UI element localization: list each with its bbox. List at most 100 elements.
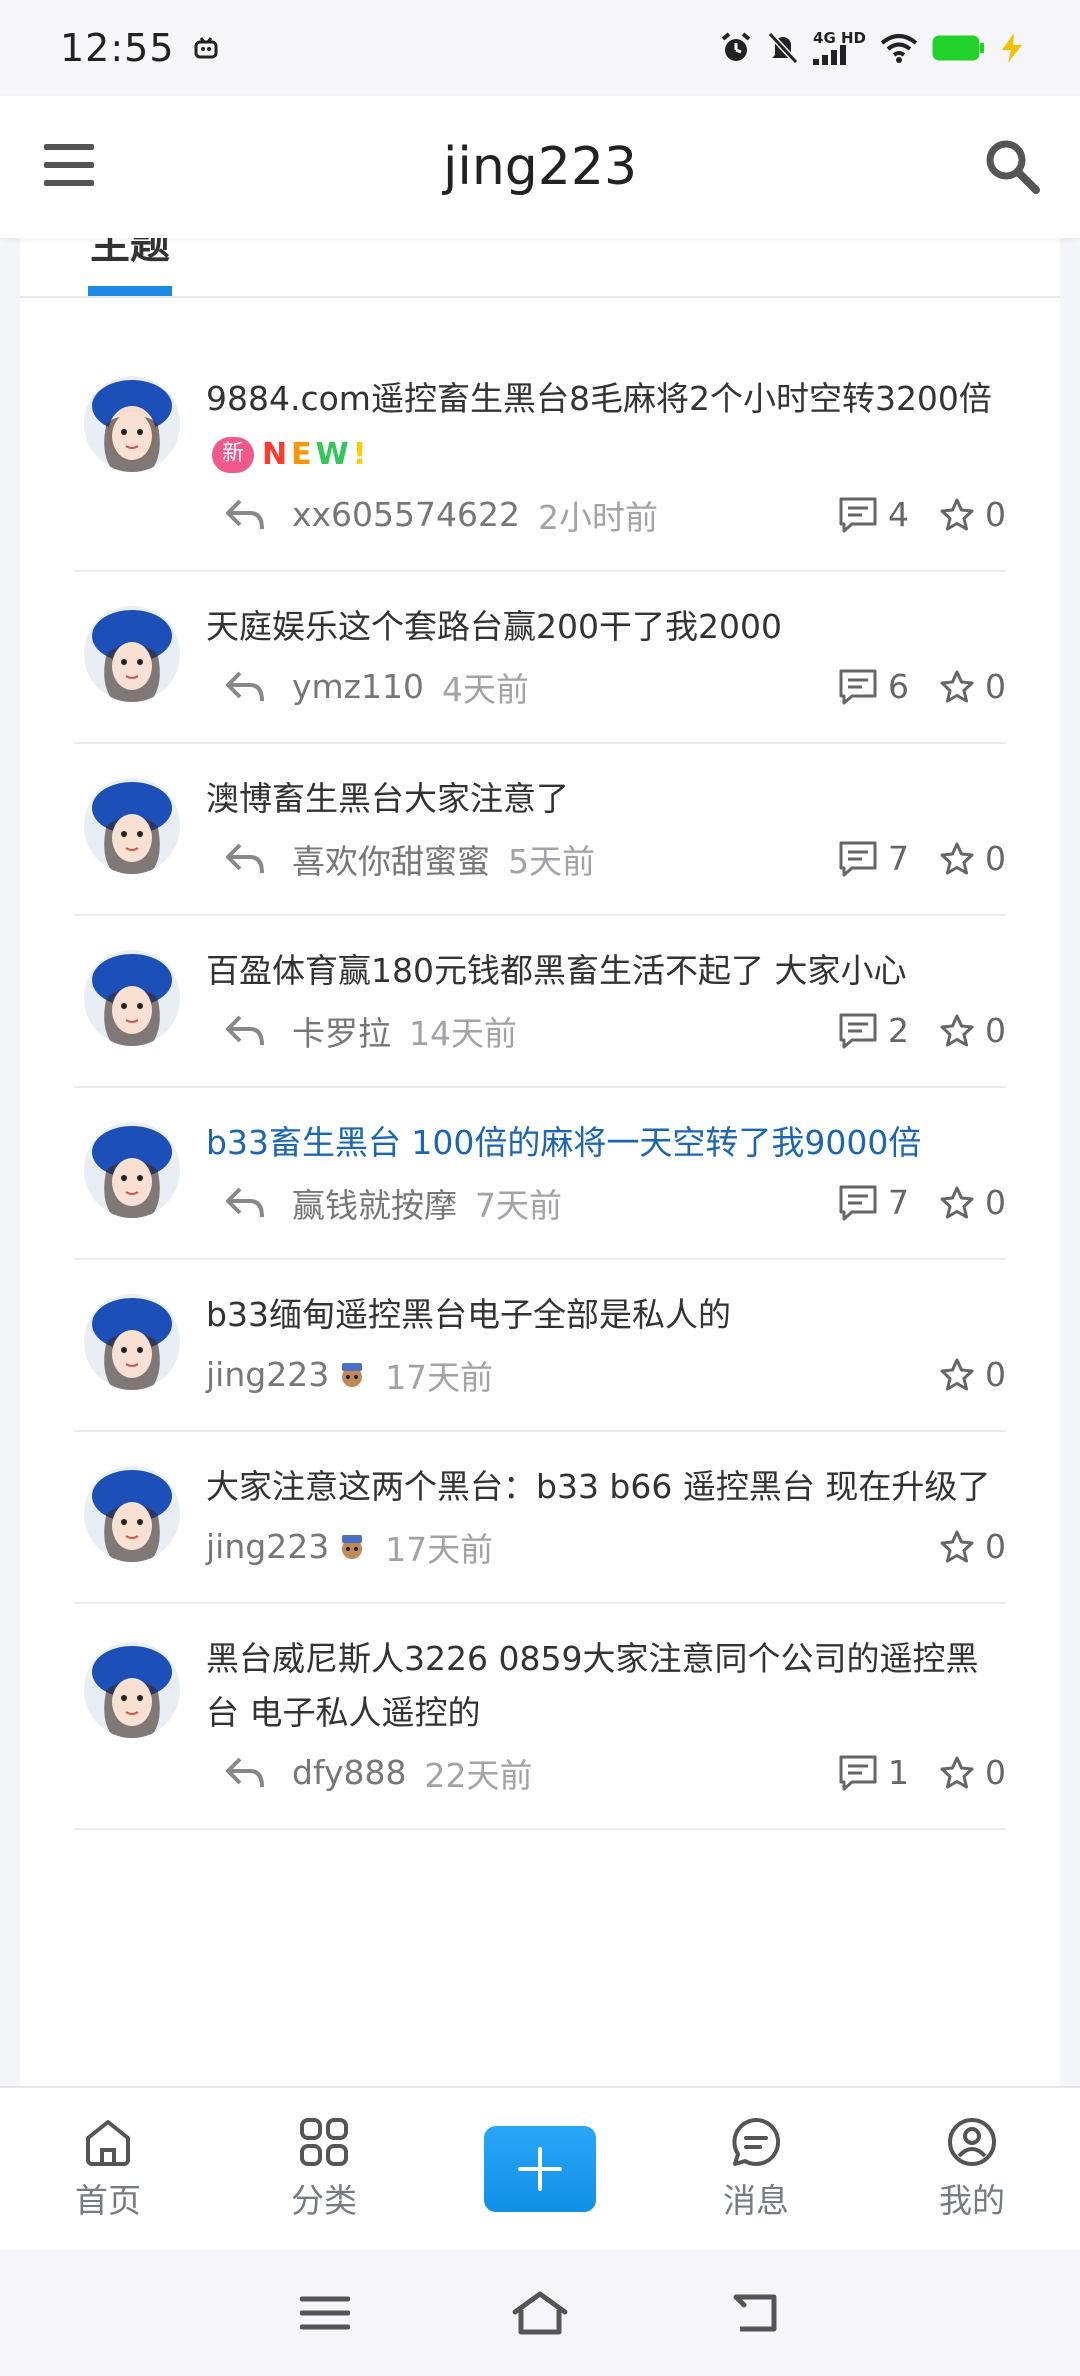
avatar[interactable]: [84, 1641, 180, 1738]
thread-item[interactable]: 天庭娱乐这个套路台赢200干了我2000 ymz110 4天前 6 0: [74, 572, 1006, 744]
thread-item[interactable]: 9884.com遥控畜生黑台8毛麻将2个小时空转3200倍新 NEW! xx605…: [74, 338, 1006, 572]
avatar[interactable]: [84, 605, 180, 702]
thread-meta: ymz110 4天前 6 0: [206, 662, 1006, 712]
comment-count: 1: [838, 1753, 909, 1792]
thread-author[interactable]: jing223: [206, 1527, 329, 1566]
thread-author[interactable]: xx605574622: [292, 495, 520, 534]
nav-messages-label: 消息: [723, 2181, 789, 2220]
star-icon: [940, 670, 974, 702]
tab-bar: 主题: [20, 238, 1060, 298]
signal-indicator: 4G HD: [813, 31, 866, 65]
comment-count: 4: [838, 495, 909, 534]
avatar[interactable]: [84, 1293, 180, 1390]
thread-author[interactable]: ymz110: [292, 667, 424, 706]
thread-time: 22天前: [424, 1755, 533, 1795]
reply-icon: [226, 671, 264, 701]
star-icon: [940, 1358, 974, 1390]
nav-home-label: 首页: [75, 2181, 141, 2220]
avatar[interactable]: [84, 949, 180, 1046]
thread-meta: jing223 17天前 0: [206, 1350, 1006, 1400]
thread-item[interactable]: 澳博畜生黑台大家注意了 喜欢你甜蜜蜜 5天前 7 0: [74, 744, 1006, 916]
comment-icon: [839, 841, 877, 876]
thread-time: 4天前: [441, 669, 529, 709]
thread-title[interactable]: 大家注意这两个黑台：b33 b66 遥控黑台 现在升级了: [206, 1460, 1006, 1514]
thread-time: 17天前: [385, 1357, 494, 1397]
thread-meta: xx605574622 2小时前 4 0: [206, 490, 1006, 540]
nav-messages[interactable]: 消息: [648, 2087, 864, 2251]
reply-icon: [226, 1187, 264, 1217]
app-notification-icon: [194, 37, 218, 59]
star-icon: [940, 498, 974, 530]
favorite-count[interactable]: 0: [939, 839, 1006, 878]
thread-list: 9884.com遥控畜生黑台8毛麻将2个小时空转3200倍新 NEW! xx605…: [20, 338, 1060, 1830]
thread-title[interactable]: 黑台威尼斯人3226 0859大家注意同个公司的遥控黑台 电子私人遥控的: [206, 1632, 1006, 1740]
status-time: 12:55: [60, 26, 175, 70]
thread-time: 7天前: [475, 1185, 562, 1225]
charging-icon: [1002, 33, 1022, 63]
home-button-icon[interactable]: [511, 2290, 569, 2336]
home-icon: [86, 2120, 130, 2166]
favorite-count[interactable]: 0: [939, 495, 1006, 534]
recent-apps-icon[interactable]: [300, 2293, 351, 2333]
avatar[interactable]: [84, 1465, 180, 1562]
comment-icon: [839, 1013, 877, 1048]
avatar[interactable]: [84, 777, 180, 874]
favorite-count[interactable]: 0: [939, 667, 1006, 706]
reply-icon: [226, 843, 264, 873]
nav-home[interactable]: 首页: [0, 2087, 216, 2251]
comment-icon: [839, 1755, 877, 1790]
thread-meta: 赢钱就按摩 7天前 7 0: [206, 1178, 1006, 1228]
thread-author[interactable]: 赢钱就按摩: [292, 1179, 457, 1227]
reply-icon: [226, 1757, 264, 1787]
alarm-icon: [721, 32, 751, 61]
nav-mine[interactable]: 我的: [864, 2087, 1080, 2251]
thread-title[interactable]: b33畜生黑台 100倍的麻将一天空转了我9000倍: [206, 1116, 1006, 1170]
star-icon: [940, 1186, 974, 1218]
thread-item[interactable]: 大家注意这两个黑台：b33 b66 遥控黑台 现在升级了 jing223 17天…: [74, 1432, 1006, 1604]
thread-title[interactable]: 澳博畜生黑台大家注意了: [206, 772, 1006, 826]
thread-author[interactable]: jing223: [206, 1355, 329, 1394]
thread-author[interactable]: 卡罗拉: [292, 1007, 391, 1055]
favorite-count[interactable]: 0: [939, 1753, 1006, 1792]
menu-icon[interactable]: [44, 142, 94, 188]
system-nav-bar: [0, 2250, 1080, 2376]
user-badge-icon: [342, 1362, 363, 1387]
favorite-count[interactable]: 0: [939, 1355, 1006, 1394]
favorite-count[interactable]: 0: [939, 1527, 1006, 1566]
favorite-count[interactable]: 0: [939, 1011, 1006, 1050]
thread-title[interactable]: 天庭娱乐这个套路台赢200干了我2000: [206, 600, 1006, 654]
thread-time: 17天前: [385, 1529, 494, 1569]
star-icon: [940, 1014, 974, 1046]
back-icon[interactable]: [730, 2291, 780, 2335]
thread-meta: dfy888 22天前 1 0: [206, 1748, 1006, 1798]
thread-meta: jing223 17天前 0: [206, 1522, 1006, 1572]
thread-item[interactable]: b33畜生黑台 100倍的麻将一天空转了我9000倍 赢钱就按摩 7天前 7 0: [74, 1088, 1006, 1260]
search-icon[interactable]: [984, 138, 1040, 194]
nav-category[interactable]: 分类: [216, 2087, 432, 2251]
mute-icon: [767, 31, 799, 65]
chat-bubble-icon: [732, 2117, 781, 2166]
nav-add[interactable]: [432, 2087, 648, 2251]
thread-author[interactable]: 喜欢你甜蜜蜜: [292, 835, 490, 883]
thread-title[interactable]: 百盈体育赢180元钱都黑畜生活不起了 大家小心: [206, 944, 1006, 998]
thread-item[interactable]: 黑台威尼斯人3226 0859大家注意同个公司的遥控黑台 电子私人遥控的 dfy…: [74, 1604, 1006, 1830]
avatar[interactable]: [84, 376, 180, 472]
thread-title[interactable]: b33缅甸遥控黑台电子全部是私人的: [206, 1288, 1006, 1342]
comment-count: 6: [838, 667, 909, 706]
new-tag: NEW!: [262, 436, 371, 472]
tab-topics[interactable]: 主题: [90, 238, 170, 270]
network-label: 4G HD: [813, 29, 866, 47]
bottom-nav: 首页 分类 消息 我的: [0, 2086, 1080, 2250]
thread-item[interactable]: 百盈体育赢180元钱都黑畜生活不起了 大家小心 卡罗拉 14天前 2 0: [74, 916, 1006, 1088]
comment-count: 7: [838, 839, 909, 878]
add-post-button[interactable]: [484, 2126, 596, 2212]
avatar[interactable]: [84, 1121, 180, 1218]
thread-time: 14天前: [409, 1013, 517, 1053]
nav-mine-label: 我的: [939, 2181, 1005, 2220]
app-header: jing223: [0, 96, 1080, 238]
thread-author[interactable]: dfy888: [292, 1753, 407, 1792]
thread-time: 2小时前: [538, 497, 659, 537]
favorite-count[interactable]: 0: [939, 1183, 1006, 1222]
thread-item[interactable]: b33缅甸遥控黑台电子全部是私人的 jing223 17天前 0: [74, 1260, 1006, 1432]
thread-title[interactable]: 9884.com遥控畜生黑台8毛麻将2个小时空转3200倍新 NEW!: [206, 372, 1006, 482]
